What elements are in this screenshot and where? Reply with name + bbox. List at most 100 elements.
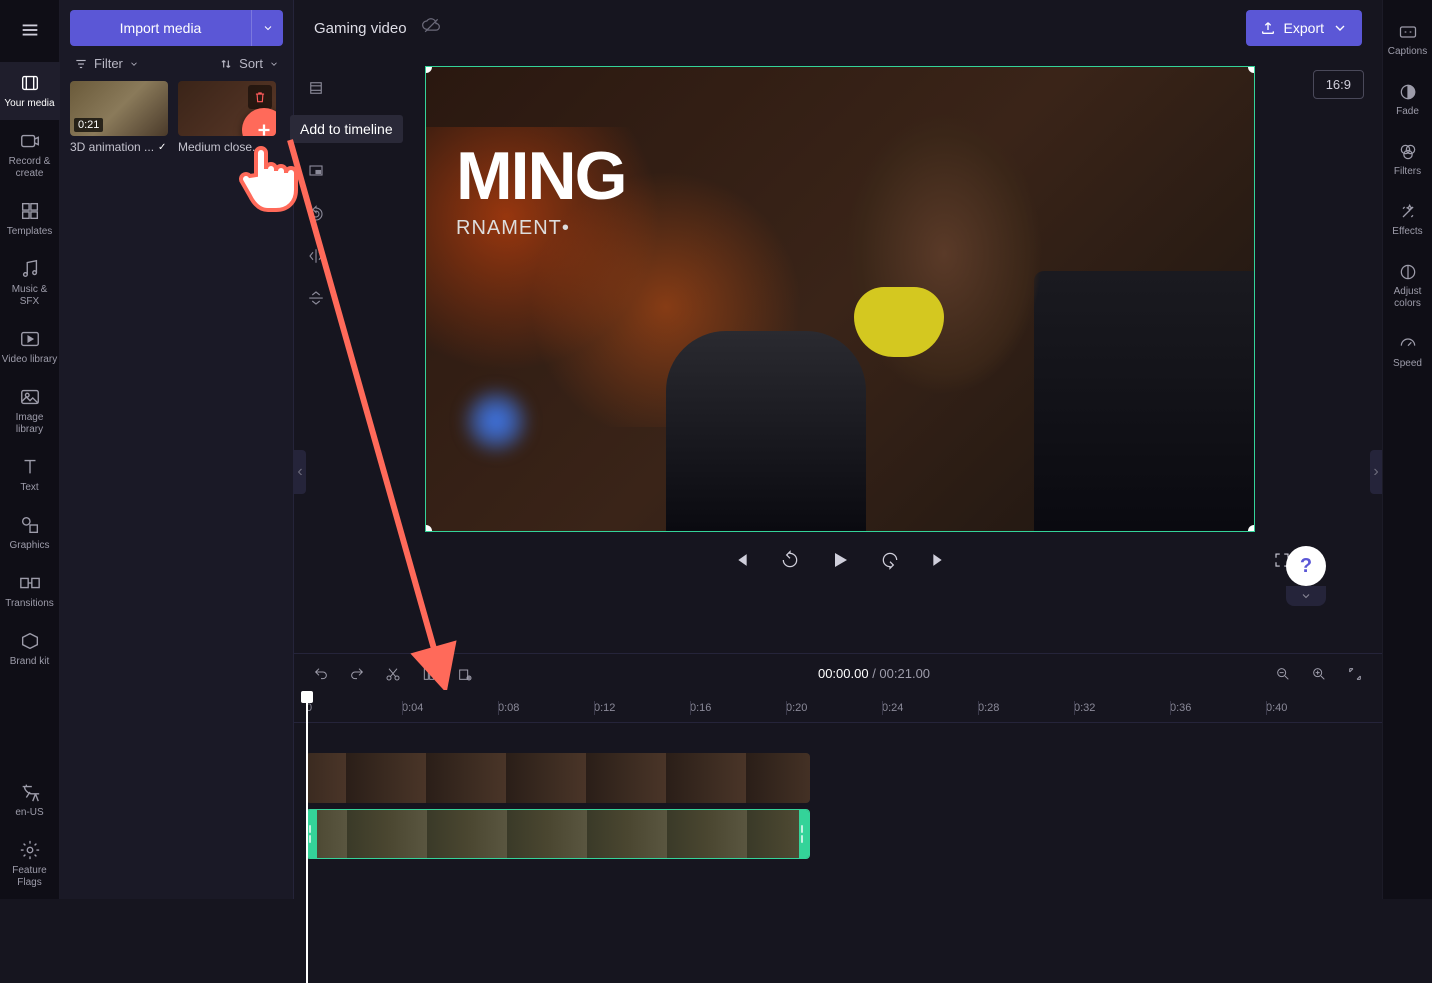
ruler-tick-label: 0:36 xyxy=(1170,702,1191,714)
nav-templates[interactable]: Templates xyxy=(0,190,60,248)
undo-button[interactable] xyxy=(310,663,332,685)
timeline-clip[interactable] xyxy=(306,753,810,803)
ruler-tick-label: 0:28 xyxy=(978,702,999,714)
skip-back-button[interactable] xyxy=(726,546,754,574)
forward-button[interactable] xyxy=(876,546,904,574)
media-thumbnail[interactable]: Medium close... Add to timeline xyxy=(178,81,276,154)
main-area: Gaming video Export xyxy=(294,0,1382,899)
sort-button[interactable]: Sort xyxy=(219,56,279,71)
nav-label: Text xyxy=(20,482,38,494)
nav-label: Templates xyxy=(7,226,53,238)
panel-speed[interactable]: Speed xyxy=(1383,324,1432,380)
nav-label: Video library xyxy=(2,354,57,366)
resize-handle[interactable] xyxy=(1248,66,1255,73)
clip-trim-handle[interactable] xyxy=(309,825,315,843)
help-button[interactable]: ? xyxy=(1286,546,1326,586)
add-to-timeline-button[interactable] xyxy=(242,108,276,136)
panel-adjust-colors[interactable]: Adjust colors xyxy=(1383,252,1432,320)
delete-media-button[interactable] xyxy=(248,85,272,109)
export-label: Export xyxy=(1284,20,1324,36)
panel-effects[interactable]: Effects xyxy=(1383,192,1432,248)
redo-button[interactable] xyxy=(346,663,368,685)
clip-trim-handle[interactable] xyxy=(801,825,807,843)
media-duration: 0:21 xyxy=(74,118,103,132)
timeline-tracks xyxy=(294,723,1382,899)
panel-captions[interactable]: Captions xyxy=(1383,12,1432,68)
cut-button[interactable] xyxy=(382,663,404,685)
topbar: Gaming video Export xyxy=(294,0,1382,56)
nav-label: Record & create xyxy=(2,156,58,180)
nav-record-create[interactable]: Record & create xyxy=(0,120,60,190)
resize-handle[interactable] xyxy=(1248,525,1255,532)
scene-subtext: RNAMENT• xyxy=(456,217,570,240)
transport-controls: ? xyxy=(338,532,1342,588)
nav-label: Brand kit xyxy=(10,656,49,668)
split-button[interactable] xyxy=(418,663,440,685)
nav-text[interactable]: Text xyxy=(0,446,60,504)
delete-clip-button[interactable] xyxy=(454,663,476,685)
media-thumbnail[interactable]: 0:21 3D animation ...✓ xyxy=(70,81,168,154)
rotate-tool-icon[interactable] xyxy=(304,202,328,226)
nav-your-media[interactable]: Your media xyxy=(0,62,60,120)
panel-label: Captions xyxy=(1388,46,1427,58)
panel-filters[interactable]: Filters xyxy=(1383,132,1432,188)
flip-v-tool-icon[interactable] xyxy=(304,286,328,310)
nav-transitions[interactable]: Transitions xyxy=(0,562,60,620)
fit-timeline-button[interactable] xyxy=(1344,663,1366,685)
preview-tool-strip xyxy=(294,56,338,653)
preview-canvas[interactable]: MING RNAMENT• xyxy=(425,66,1255,532)
zoom-out-button[interactable] xyxy=(1272,663,1294,685)
nav-brand-kit[interactable]: Brand kit xyxy=(0,620,60,678)
ruler-tick-label: 0:12 xyxy=(594,702,615,714)
nav-music-sfx[interactable]: Music & SFX xyxy=(0,248,60,318)
media-panel: Import media Filter Sort 0:21 xyxy=(60,0,294,899)
zoom-in-button[interactable] xyxy=(1308,663,1330,685)
menu-button[interactable] xyxy=(6,6,54,54)
left-rail: Your media Record & create Templates Mus… xyxy=(0,0,60,899)
nav-video-library[interactable]: Video library xyxy=(0,318,60,376)
nav-label: Music & SFX xyxy=(2,284,58,308)
nav-label: Image library xyxy=(2,412,58,436)
cloud-sync-icon[interactable] xyxy=(421,16,441,41)
nav-label: en-US xyxy=(15,807,43,819)
ruler-tick-label: 0:08 xyxy=(498,702,519,714)
panel-label: Filters xyxy=(1394,166,1421,178)
export-button[interactable]: Export xyxy=(1246,10,1362,46)
aspect-ratio-button[interactable]: 16:9 xyxy=(1313,70,1364,99)
nav-language[interactable]: en-US xyxy=(0,771,60,829)
sort-label: Sort xyxy=(239,56,263,71)
play-button[interactable] xyxy=(826,546,854,574)
resize-handle[interactable] xyxy=(425,66,432,73)
ruler-tick-label: 0:04 xyxy=(402,702,423,714)
collapse-right-panel-button[interactable]: › xyxy=(1370,450,1382,494)
ruler-tick-label: 0:24 xyxy=(882,702,903,714)
panel-label: Adjust colors xyxy=(1385,286,1431,310)
nav-feature-flags[interactable]: Feature Flags xyxy=(0,829,60,899)
collapse-media-panel-button[interactable]: ‹ xyxy=(294,450,306,494)
frame-tool-icon[interactable] xyxy=(304,76,328,100)
filter-button[interactable]: Filter xyxy=(74,56,139,71)
scene-text: MING xyxy=(456,137,626,215)
playhead[interactable] xyxy=(306,693,308,983)
timeline-ruler[interactable]: 0 0:04 0:08 0:12 0:16 0:20 0:24 0:28 0:3… xyxy=(294,693,1382,723)
project-name[interactable]: Gaming video xyxy=(314,20,407,37)
timeline-toolbar: 00:00.00 / 00:21.00 xyxy=(294,653,1382,693)
timeline-clip-selected[interactable] xyxy=(306,809,810,859)
timecode-display: 00:00.00 / 00:21.00 xyxy=(818,666,930,682)
rewind-button[interactable] xyxy=(776,546,804,574)
import-media-dropdown[interactable] xyxy=(251,10,283,46)
check-icon: ✓ xyxy=(158,142,166,153)
panel-fade[interactable]: Fade xyxy=(1383,72,1432,128)
pip-tool-icon[interactable] xyxy=(304,160,328,184)
nav-image-library[interactable]: Image library xyxy=(0,376,60,446)
flip-h-tool-icon[interactable] xyxy=(304,244,328,268)
nav-label: Transitions xyxy=(5,598,54,610)
import-media-button[interactable]: Import media xyxy=(70,10,251,46)
nav-label: Your media xyxy=(4,98,54,110)
filter-label: Filter xyxy=(94,56,123,71)
ruler-tick-label: 0:32 xyxy=(1074,702,1095,714)
resize-handle[interactable] xyxy=(425,525,432,532)
nav-graphics[interactable]: Graphics xyxy=(0,504,60,562)
collapse-preview-button[interactable] xyxy=(1286,586,1326,606)
skip-forward-button[interactable] xyxy=(926,546,954,574)
